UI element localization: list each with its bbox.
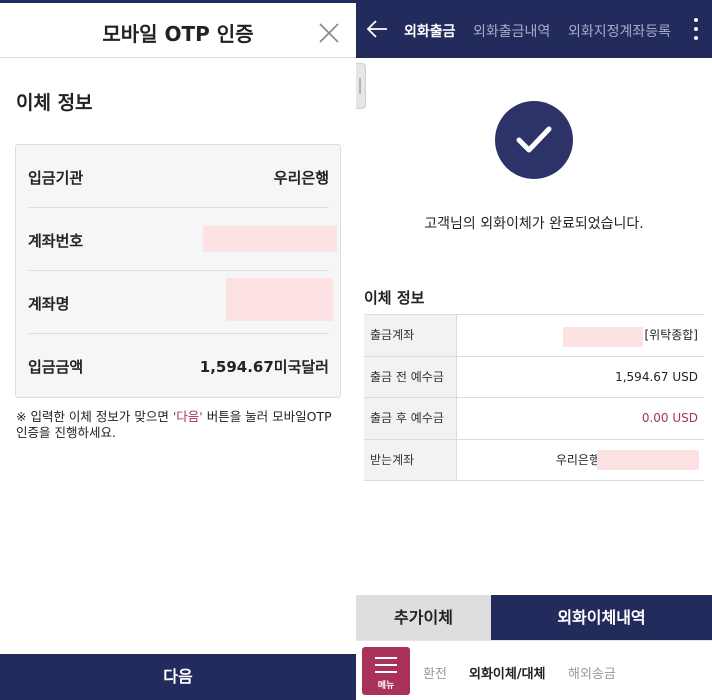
page-title: 모바일 OTP 인증 — [102, 22, 254, 46]
notice-text: ※ 입력한 이체 정보가 맞으면 — [16, 409, 173, 424]
nav-item-fx-transfer[interactable]: 외화이체/대체 — [469, 663, 546, 682]
table-row: 출금 후 예수금 0.00 USD — [364, 398, 704, 440]
confirm-notice: ※ 입력한 이체 정보가 맞으면 '다음' 버튼을 눌러 모바일OTP 인증을 … — [16, 409, 342, 441]
section-title: 이체 정보 — [364, 289, 425, 307]
table-row: 출금계좌 [위탁종합] — [364, 315, 704, 357]
panel-drag-handle[interactable] — [356, 63, 366, 109]
bottom-action-tabs: 추가이체 외화이체내역 — [356, 595, 712, 640]
info-label: 계좌번호 — [28, 232, 84, 250]
row-label: 출금계좌 — [364, 315, 457, 356]
info-value: 우리은행 — [273, 169, 329, 187]
row-label: 받는계좌 — [364, 439, 457, 480]
info-row-bank: 입금기관 우리은행 — [28, 145, 329, 208]
menu-button[interactable]: 메뉴 — [362, 647, 410, 695]
row-value: 1,594.67 USD — [615, 369, 698, 384]
row-label: 출금 후 예수금 — [364, 398, 457, 439]
redacted-account-name — [226, 278, 333, 321]
info-value: 1,594.67미국달러 — [199, 358, 329, 376]
redacted-account-number — [203, 226, 337, 252]
fx-transfer-history-button[interactable]: 외화이체내역 — [491, 595, 712, 640]
back-arrow-icon[interactable] — [366, 19, 388, 39]
row-value: 0.00 USD — [641, 411, 698, 425]
notice-highlight: '다음' — [172, 409, 203, 424]
hamburger-icon — [375, 657, 397, 678]
transfer-info-card: 입금기관 우리은행 계좌번호 계좌명 입금금액 1,594.67미국달러 — [15, 144, 341, 398]
menu-label: 메뉴 — [377, 681, 395, 691]
tab-fx-designated-account[interactable]: 외화지정계좌등록 — [568, 21, 671, 41]
app-header: 외화출금 외화출금내역 외화지정계좌등록 — [356, 0, 712, 58]
info-label: 입금금액 — [28, 358, 84, 376]
table-row: 받는계좌 우리은행 — [364, 439, 704, 481]
fx-transfer-result-panel: 외화출금 외화출금내역 외화지정계좌등록 고객님의 외화이체가 완료되었습니다.… — [356, 0, 712, 700]
close-icon[interactable] — [318, 22, 340, 44]
transfer-info-table: 출금계좌 [위탁종합] 출금 전 예수금 1,594.67 USD 출금 후 예… — [364, 314, 704, 481]
nav-item-exchange[interactable]: 환전 — [423, 663, 447, 682]
row-label: 출금 전 예수금 — [364, 356, 457, 397]
info-row-amount: 입금금액 1,594.67미국달러 — [28, 334, 329, 397]
bottom-nav: 메뉴 환전 외화이체/대체 해외송금 — [356, 640, 712, 700]
info-label: 입금기관 — [28, 169, 84, 187]
tab-fx-withdrawal-history[interactable]: 외화출금내역 — [473, 21, 550, 41]
otp-panel: 모바일 OTP 인증 이체 정보 입금기관 우리은행 계좌번호 계좌명 입금금액… — [0, 0, 356, 700]
tab-fx-withdrawal[interactable]: 외화출금 — [404, 21, 456, 41]
next-button[interactable]: 다음 — [0, 654, 356, 700]
redacted-receiving-account — [597, 449, 699, 470]
completion-message: 고객님의 외화이체가 완료되었습니다. — [424, 216, 644, 232]
success-check-icon — [495, 101, 573, 179]
section-title: 이체 정보 — [16, 92, 93, 114]
more-options-icon[interactable] — [693, 18, 699, 42]
otp-header: 모바일 OTP 인증 — [0, 3, 356, 58]
info-label: 계좌명 — [28, 295, 70, 313]
add-transfer-button[interactable]: 추가이체 — [356, 595, 491, 640]
table-row: 출금 전 예수금 1,594.67 USD — [364, 356, 704, 398]
redacted-withdraw-account — [563, 327, 643, 347]
nav-item-overseas-remittance[interactable]: 해외송금 — [568, 663, 616, 682]
